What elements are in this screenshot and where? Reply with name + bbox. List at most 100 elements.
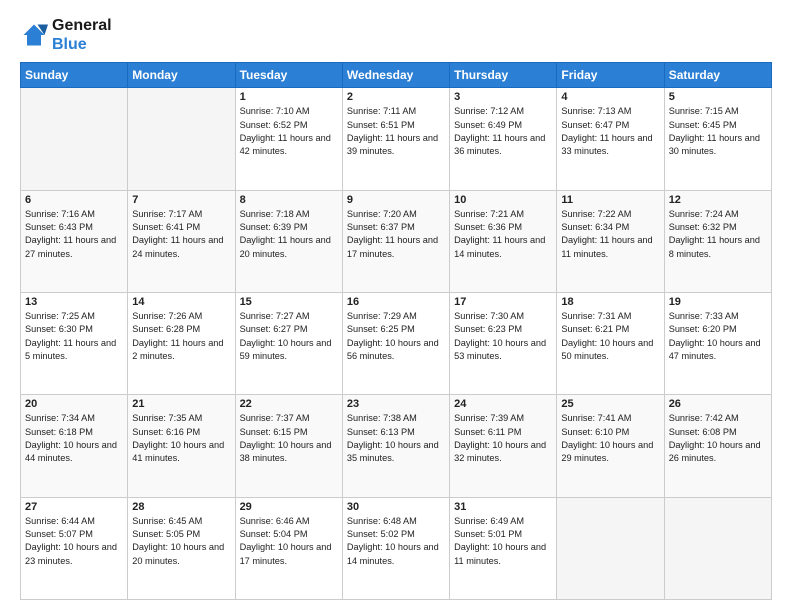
day-number: 21 — [132, 398, 230, 410]
day-number: 1 — [240, 91, 338, 103]
day-content: Sunrise: 7:12 AM Sunset: 6:49 PM Dayligh… — [454, 105, 552, 158]
day-number: 29 — [240, 501, 338, 513]
day-content: Sunrise: 7:30 AM Sunset: 6:23 PM Dayligh… — [454, 310, 552, 363]
day-cell: 12 Sunrise: 7:24 AM Sunset: 6:32 PM Dayli… — [664, 190, 771, 292]
day-cell: 27Sunrise: 6:44 AM Sunset: 5:07 PM Dayli… — [21, 497, 128, 599]
weekday-header-friday: Friday — [557, 63, 664, 88]
day-content: Sunrise: 6:45 AM Sunset: 5:05 PM Dayligh… — [132, 515, 230, 568]
day-cell: 19 Sunrise: 7:33 AM Sunset: 6:20 PM Dayli… — [664, 293, 771, 395]
day-cell — [557, 497, 664, 599]
day-number: 30 — [347, 501, 445, 513]
logo-icon — [20, 21, 48, 49]
logo: General Blue — [20, 16, 112, 54]
day-content: Sunrise: 7:22 AM Sunset: 6:34 PM Dayligh… — [561, 208, 659, 261]
day-cell — [21, 88, 128, 190]
day-number: 10 — [454, 194, 552, 206]
day-number: 22 — [240, 398, 338, 410]
day-cell: 13 Sunrise: 7:25 AM Sunset: 6:30 PM Dayli… — [21, 293, 128, 395]
day-content: Sunrise: 7:41 AM Sunset: 6:10 PM Dayligh… — [561, 412, 659, 465]
day-content: Sunrise: 7:16 AM Sunset: 6:43 PM Dayligh… — [25, 208, 123, 261]
day-content: Sunrise: 7:39 AM Sunset: 6:11 PM Dayligh… — [454, 412, 552, 465]
day-content: Sunrise: 7:34 AM Sunset: 6:18 PM Dayligh… — [25, 412, 123, 465]
day-number: 26 — [669, 398, 767, 410]
weekday-header-thursday: Thursday — [450, 63, 557, 88]
page: General Blue SundayMondayTuesdayWednesda… — [0, 0, 792, 612]
day-number: 7 — [132, 194, 230, 206]
weekday-header-row: SundayMondayTuesdayWednesdayThursdayFrid… — [21, 63, 772, 88]
day-number: 24 — [454, 398, 552, 410]
day-number: 31 — [454, 501, 552, 513]
day-number: 8 — [240, 194, 338, 206]
day-number: 12 — [669, 194, 767, 206]
day-content: Sunrise: 7:21 AM Sunset: 6:36 PM Dayligh… — [454, 208, 552, 261]
day-number: 20 — [25, 398, 123, 410]
day-content: Sunrise: 7:35 AM Sunset: 6:16 PM Dayligh… — [132, 412, 230, 465]
calendar-table: SundayMondayTuesdayWednesdayThursdayFrid… — [20, 62, 772, 600]
day-cell: 10 Sunrise: 7:21 AM Sunset: 6:36 PM Dayli… — [450, 190, 557, 292]
day-content: Sunrise: 7:18 AM Sunset: 6:39 PM Dayligh… — [240, 208, 338, 261]
weekday-header-monday: Monday — [128, 63, 235, 88]
day-cell: 8 Sunrise: 7:18 AM Sunset: 6:39 PM Daylig… — [235, 190, 342, 292]
day-cell — [664, 497, 771, 599]
day-content: Sunrise: 7:26 AM Sunset: 6:28 PM Dayligh… — [132, 310, 230, 363]
day-number: 18 — [561, 296, 659, 308]
day-number: 15 — [240, 296, 338, 308]
day-cell: 14 Sunrise: 7:26 AM Sunset: 6:28 PM Dayli… — [128, 293, 235, 395]
day-number: 17 — [454, 296, 552, 308]
day-cell: 23Sunrise: 7:38 AM Sunset: 6:13 PM Dayli… — [342, 395, 449, 497]
day-content: Sunrise: 6:48 AM Sunset: 5:02 PM Dayligh… — [347, 515, 445, 568]
day-number: 3 — [454, 91, 552, 103]
day-cell: 11 Sunrise: 7:22 AM Sunset: 6:34 PM Dayli… — [557, 190, 664, 292]
day-cell: 31 Sunrise: 6:49 AM Sunset: 5:01 PM Dayli… — [450, 497, 557, 599]
week-row-4: 20 Sunrise: 7:34 AM Sunset: 6:18 PM Dayli… — [21, 395, 772, 497]
day-number: 6 — [25, 194, 123, 206]
day-content: Sunrise: 7:24 AM Sunset: 6:32 PM Dayligh… — [669, 208, 767, 261]
day-content: Sunrise: 7:25 AM Sunset: 6:30 PM Dayligh… — [25, 310, 123, 363]
day-content: Sunrise: 7:29 AM Sunset: 6:25 PM Dayligh… — [347, 310, 445, 363]
day-content: Sunrise: 7:13 AM Sunset: 6:47 PM Dayligh… — [561, 105, 659, 158]
day-number: 14 — [132, 296, 230, 308]
day-cell: 5 Sunrise: 7:15 AM Sunset: 6:45 PM Daylig… — [664, 88, 771, 190]
day-content: Sunrise: 7:17 AM Sunset: 6:41 PM Dayligh… — [132, 208, 230, 261]
week-row-3: 13 Sunrise: 7:25 AM Sunset: 6:30 PM Dayli… — [21, 293, 772, 395]
day-cell: 6 Sunrise: 7:16 AM Sunset: 6:43 PM Daylig… — [21, 190, 128, 292]
day-content: Sunrise: 7:27 AM Sunset: 6:27 PM Dayligh… — [240, 310, 338, 363]
day-content: Sunrise: 7:20 AM Sunset: 6:37 PM Dayligh… — [347, 208, 445, 261]
day-cell: 4 Sunrise: 7:13 AM Sunset: 6:47 PM Daylig… — [557, 88, 664, 190]
logo-text: General Blue — [52, 16, 112, 54]
day-number: 4 — [561, 91, 659, 103]
day-number: 23 — [347, 398, 445, 410]
day-content: Sunrise: 6:49 AM Sunset: 5:01 PM Dayligh… — [454, 515, 552, 568]
day-cell: 1 Sunrise: 7:10 AM Sunset: 6:52 PM Daylig… — [235, 88, 342, 190]
day-content: Sunrise: 7:10 AM Sunset: 6:52 PM Dayligh… — [240, 105, 338, 158]
day-number: 5 — [669, 91, 767, 103]
day-cell: 16 Sunrise: 7:29 AM Sunset: 6:25 PM Dayli… — [342, 293, 449, 395]
day-number: 13 — [25, 296, 123, 308]
day-content: Sunrise: 7:15 AM Sunset: 6:45 PM Dayligh… — [669, 105, 767, 158]
day-content: Sunrise: 7:31 AM Sunset: 6:21 PM Dayligh… — [561, 310, 659, 363]
day-cell: 18 Sunrise: 7:31 AM Sunset: 6:21 PM Dayli… — [557, 293, 664, 395]
day-content: Sunrise: 7:42 AM Sunset: 6:08 PM Dayligh… — [669, 412, 767, 465]
day-cell: 22 Sunrise: 7:37 AM Sunset: 6:15 PM Dayli… — [235, 395, 342, 497]
day-cell: 26 Sunrise: 7:42 AM Sunset: 6:08 PM Dayli… — [664, 395, 771, 497]
day-cell: 3 Sunrise: 7:12 AM Sunset: 6:49 PM Daylig… — [450, 88, 557, 190]
day-cell: 2 Sunrise: 7:11 AM Sunset: 6:51 PM Daylig… — [342, 88, 449, 190]
day-cell: 15 Sunrise: 7:27 AM Sunset: 6:27 PM Dayli… — [235, 293, 342, 395]
day-number: 25 — [561, 398, 659, 410]
day-content: Sunrise: 7:11 AM Sunset: 6:51 PM Dayligh… — [347, 105, 445, 158]
day-cell: 25 Sunrise: 7:41 AM Sunset: 6:10 PM Dayli… — [557, 395, 664, 497]
day-cell: 28 Sunrise: 6:45 AM Sunset: 5:05 PM Dayli… — [128, 497, 235, 599]
day-number: 11 — [561, 194, 659, 206]
day-number: 2 — [347, 91, 445, 103]
day-cell: 20 Sunrise: 7:34 AM Sunset: 6:18 PM Dayli… — [21, 395, 128, 497]
day-cell: 21 Sunrise: 7:35 AM Sunset: 6:16 PM Dayli… — [128, 395, 235, 497]
day-number: 19 — [669, 296, 767, 308]
day-content: Sunrise: 7:37 AM Sunset: 6:15 PM Dayligh… — [240, 412, 338, 465]
day-cell: 9Sunrise: 7:20 AM Sunset: 6:37 PM Daylig… — [342, 190, 449, 292]
day-number: 28 — [132, 501, 230, 513]
day-content: Sunrise: 7:33 AM Sunset: 6:20 PM Dayligh… — [669, 310, 767, 363]
day-number: 16 — [347, 296, 445, 308]
day-cell — [128, 88, 235, 190]
week-row-1: 1 Sunrise: 7:10 AM Sunset: 6:52 PM Daylig… — [21, 88, 772, 190]
day-content: Sunrise: 6:46 AM Sunset: 5:04 PM Dayligh… — [240, 515, 338, 568]
